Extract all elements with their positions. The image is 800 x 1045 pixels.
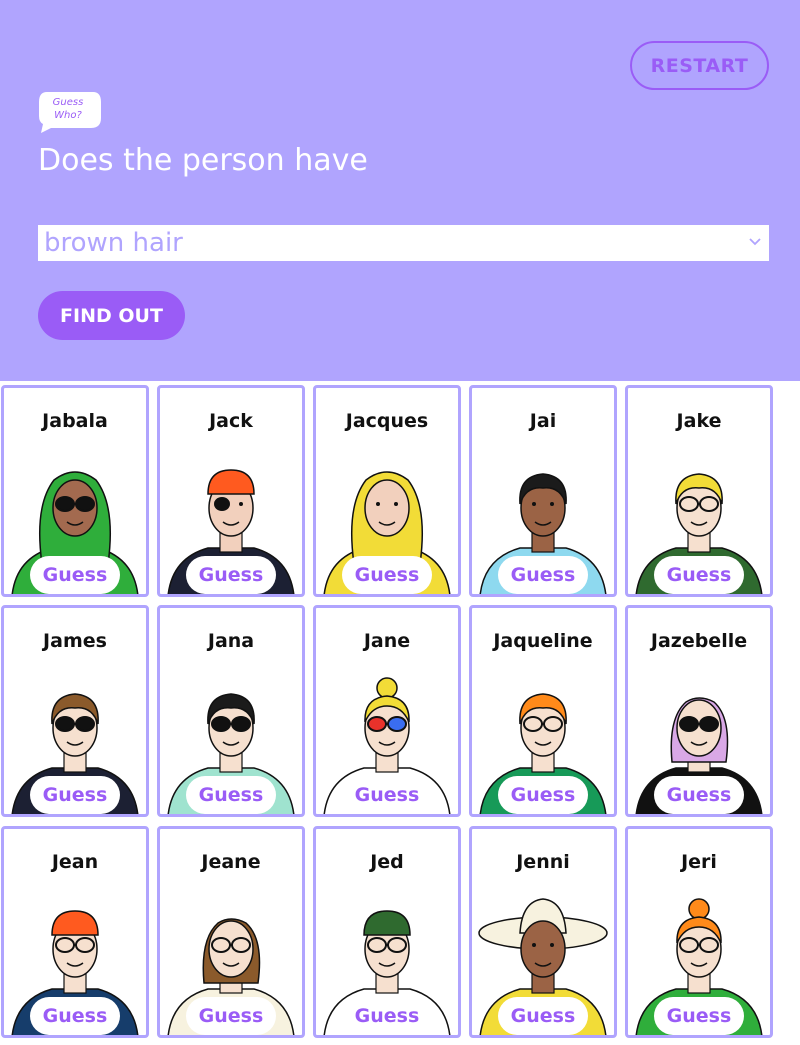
character-name: Jabala <box>42 410 108 432</box>
character-card: Jeri Guess <box>625 826 773 1038</box>
character-card: James Guess <box>1 605 149 817</box>
guess-button[interactable]: Guess <box>30 997 120 1035</box>
character-card: Jed Guess <box>313 826 461 1038</box>
character-name: Jeane <box>201 851 261 873</box>
character-card: Jai Guess <box>469 385 617 597</box>
character-name: James <box>43 630 107 652</box>
guess-button[interactable]: Guess <box>30 556 120 594</box>
character-card: Jana Guess <box>157 605 305 817</box>
guess-button[interactable]: Guess <box>654 997 744 1035</box>
character-card: Jeane Guess <box>157 826 305 1038</box>
guess-button[interactable]: Guess <box>342 997 432 1035</box>
character-name: Jed <box>370 851 404 873</box>
find-out-button[interactable]: FIND OUT <box>38 291 185 340</box>
attribute-select-value: brown hair <box>44 228 183 258</box>
character-card: Jean Guess <box>1 826 149 1038</box>
character-card: Jacques Guess <box>313 385 461 597</box>
character-name: Jacques <box>345 410 429 432</box>
character-card: Jazebelle Guess <box>625 605 773 817</box>
guess-button[interactable]: Guess <box>498 556 588 594</box>
character-card: Jack Guess <box>157 385 305 597</box>
guess-button[interactable]: Guess <box>654 556 744 594</box>
character-name: Jane <box>363 630 411 652</box>
guess-button[interactable]: Guess <box>186 997 276 1035</box>
guess-button[interactable]: Guess <box>654 776 744 814</box>
chevron-down-icon <box>749 238 761 246</box>
character-card: Jake Guess <box>625 385 773 597</box>
character-name: Jaqueline <box>493 630 593 652</box>
character-card: Jaqueline Guess <box>469 605 617 817</box>
character-name: Jai <box>529 410 557 432</box>
question-text: Does the person have <box>38 143 368 178</box>
character-grid: Jabala Guess Jack Guess Jacques Guess Jai Guess… <box>0 385 800 1045</box>
character-name: Jana <box>207 630 255 652</box>
guess-button[interactable]: Guess <box>186 776 276 814</box>
guess-button[interactable]: Guess <box>342 556 432 594</box>
character-name: Jazebelle <box>650 630 748 652</box>
question-panel: RESTART Guess Who? Does the person have … <box>0 0 800 381</box>
guess-button[interactable]: Guess <box>498 997 588 1035</box>
attribute-select[interactable]: brown hair <box>38 225 769 261</box>
character-card: Jabala Guess <box>1 385 149 597</box>
character-name: Jean <box>51 851 99 873</box>
logo-text: Guess Who? <box>52 97 84 121</box>
character-name: Jenni <box>516 851 570 873</box>
guess-button[interactable]: Guess <box>30 776 120 814</box>
character-card: Jenni Guess <box>469 826 617 1038</box>
character-name: Jack <box>209 410 253 432</box>
character-name: Jake <box>676 410 722 432</box>
character-card: Jane Guess <box>313 605 461 817</box>
guess-button[interactable]: Guess <box>186 556 276 594</box>
guess-button[interactable]: Guess <box>342 776 432 814</box>
guess-button[interactable]: Guess <box>498 776 588 814</box>
character-name: Jeri <box>681 851 717 873</box>
restart-button[interactable]: RESTART <box>630 41 769 90</box>
